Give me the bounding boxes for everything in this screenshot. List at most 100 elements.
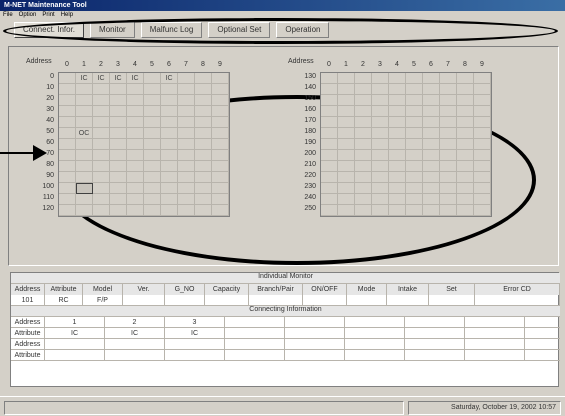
tab-operation[interactable]: Operation — [276, 22, 330, 38]
address-cell[interactable] — [144, 95, 161, 106]
address-cell[interactable] — [93, 183, 110, 194]
address-cell[interactable] — [178, 183, 195, 194]
address-cell[interactable] — [195, 139, 212, 150]
address-cell[interactable] — [195, 128, 212, 139]
address-cell[interactable] — [76, 84, 93, 95]
address-cell[interactable] — [321, 161, 338, 172]
address-cell[interactable] — [355, 73, 372, 84]
address-cell[interactable] — [110, 161, 127, 172]
address-cell[interactable] — [355, 117, 372, 128]
address-cell[interactable] — [110, 205, 127, 216]
address-cell[interactable] — [93, 194, 110, 205]
address-cell[interactable] — [406, 139, 423, 150]
tab-malfunc-log[interactable]: Malfunc Log — [140, 22, 203, 38]
address-cell[interactable] — [59, 172, 76, 183]
address-cell[interactable] — [321, 73, 338, 84]
address-cell[interactable] — [93, 117, 110, 128]
address-cell[interactable] — [93, 84, 110, 95]
address-cell[interactable] — [76, 139, 93, 150]
address-cell[interactable] — [440, 161, 457, 172]
address-cell[interactable] — [355, 106, 372, 117]
address-cell[interactable] — [355, 150, 372, 161]
address-cell[interactable] — [178, 128, 195, 139]
address-cell[interactable] — [59, 139, 76, 150]
address-cell[interactable] — [457, 117, 474, 128]
address-cell[interactable] — [338, 172, 355, 183]
address-cell[interactable] — [389, 205, 406, 216]
address-cell[interactable] — [59, 95, 76, 106]
address-cell[interactable] — [321, 139, 338, 150]
address-cell[interactable] — [127, 139, 144, 150]
address-cell[interactable] — [144, 161, 161, 172]
address-cell[interactable] — [372, 128, 389, 139]
address-cell[interactable] — [440, 150, 457, 161]
address-cell[interactable] — [440, 183, 457, 194]
address-cell[interactable] — [338, 183, 355, 194]
address-cell[interactable] — [372, 139, 389, 150]
address-cell[interactable] — [389, 106, 406, 117]
address-cell[interactable] — [178, 205, 195, 216]
address-cell[interactable]: IC — [93, 73, 110, 84]
address-cell[interactable] — [389, 95, 406, 106]
address-cell[interactable] — [59, 106, 76, 117]
address-cell[interactable] — [474, 172, 491, 183]
address-cell[interactable] — [474, 106, 491, 117]
address-cell[interactable] — [127, 194, 144, 205]
address-cell[interactable] — [440, 117, 457, 128]
address-cell[interactable] — [195, 194, 212, 205]
address-cell[interactable] — [93, 139, 110, 150]
address-cell[interactable] — [457, 139, 474, 150]
address-cell[interactable] — [372, 73, 389, 84]
address-cell[interactable] — [76, 183, 93, 194]
address-cell[interactable] — [76, 194, 93, 205]
address-cell[interactable] — [144, 183, 161, 194]
address-cell[interactable] — [144, 128, 161, 139]
address-cell[interactable] — [423, 95, 440, 106]
address-cell[interactable] — [389, 194, 406, 205]
address-cell[interactable] — [423, 161, 440, 172]
address-cell[interactable] — [93, 172, 110, 183]
address-cell[interactable] — [212, 73, 229, 84]
address-cell[interactable]: IC — [76, 73, 93, 84]
address-cell[interactable] — [195, 205, 212, 216]
address-cell[interactable] — [372, 84, 389, 95]
address-cell[interactable] — [457, 205, 474, 216]
address-cell[interactable] — [59, 117, 76, 128]
address-cell[interactable] — [212, 172, 229, 183]
address-cell[interactable] — [195, 73, 212, 84]
address-cell[interactable] — [195, 183, 212, 194]
address-cell[interactable] — [457, 183, 474, 194]
address-cell[interactable] — [423, 73, 440, 84]
address-cell[interactable] — [178, 95, 195, 106]
address-cell[interactable] — [321, 194, 338, 205]
address-cell[interactable] — [338, 139, 355, 150]
address-cell[interactable] — [144, 73, 161, 84]
address-cell[interactable] — [93, 205, 110, 216]
address-cell[interactable] — [440, 84, 457, 95]
address-cell[interactable] — [178, 106, 195, 117]
address-cell[interactable] — [127, 150, 144, 161]
address-cell[interactable] — [406, 161, 423, 172]
address-cell[interactable] — [440, 106, 457, 117]
address-cell[interactable] — [423, 128, 440, 139]
address-cell[interactable] — [321, 95, 338, 106]
address-cell[interactable] — [178, 172, 195, 183]
address-cell[interactable] — [161, 139, 178, 150]
address-cell[interactable] — [372, 95, 389, 106]
address-cell[interactable] — [474, 128, 491, 139]
address-cell[interactable] — [59, 194, 76, 205]
address-cell[interactable] — [355, 161, 372, 172]
address-cell[interactable] — [338, 117, 355, 128]
address-cell[interactable]: IC — [161, 73, 178, 84]
tab-optional-set[interactable]: Optional Set — [208, 22, 271, 38]
address-cell[interactable] — [59, 150, 76, 161]
address-cell[interactable] — [406, 84, 423, 95]
address-cell[interactable] — [212, 194, 229, 205]
tab-connect-infor[interactable]: Connect. Infor. — [14, 22, 85, 38]
address-cell[interactable] — [406, 117, 423, 128]
address-cell[interactable] — [178, 150, 195, 161]
address-cell[interactable] — [76, 106, 93, 117]
address-cell[interactable] — [127, 128, 144, 139]
address-cell[interactable] — [144, 139, 161, 150]
address-cell[interactable] — [76, 150, 93, 161]
